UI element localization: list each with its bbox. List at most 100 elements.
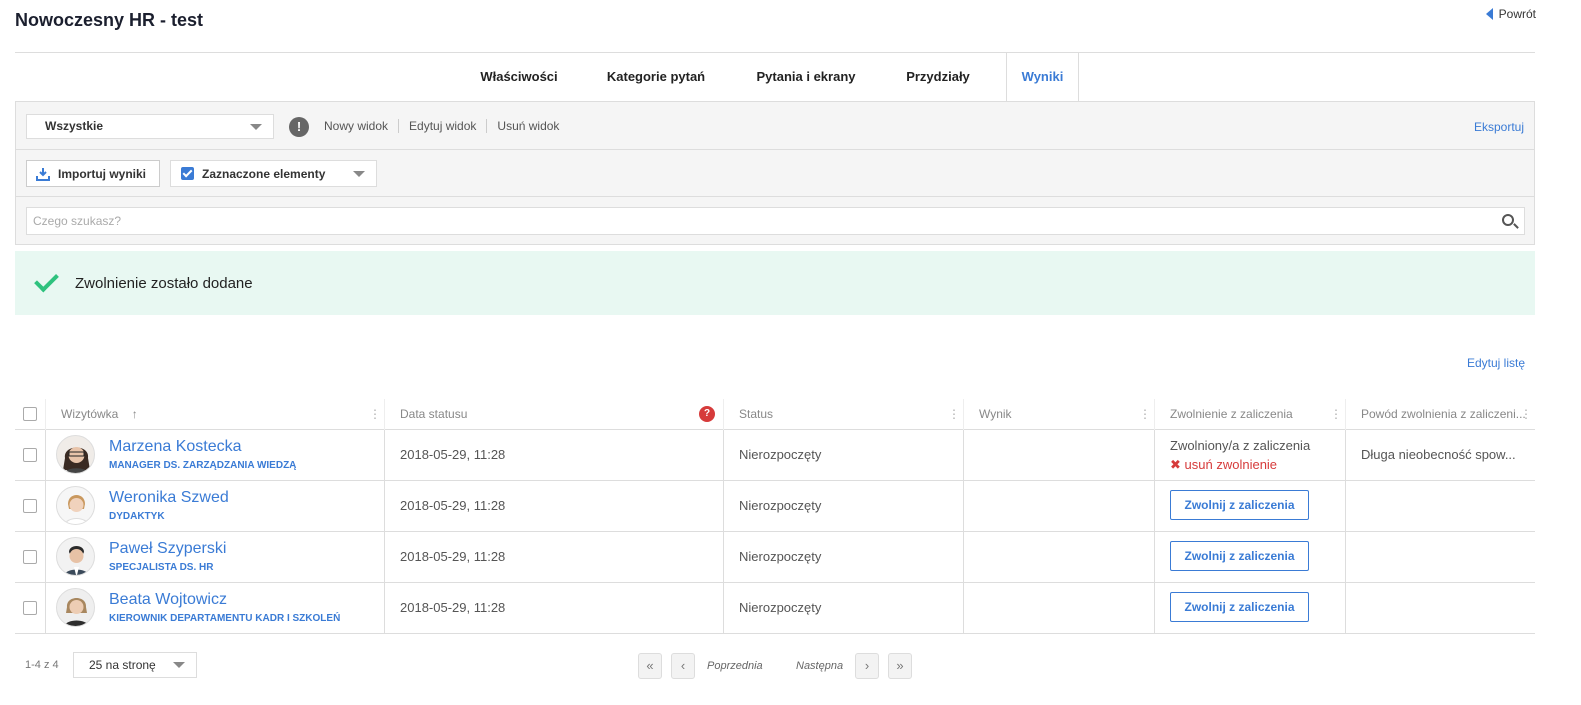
exemption-cell: Zwolniony/a z zaliczenia ✖ usuń zwolnien…	[1154, 430, 1345, 480]
remove-exemption-label: usuń zwolnienie	[1184, 457, 1278, 472]
avatar	[56, 537, 95, 576]
exemption-reason: Długa nieobecność spow...	[1361, 447, 1516, 462]
status-date-cell: 2018-05-29, 11:28	[384, 481, 723, 531]
per-page-select[interactable]: 25 na stronę	[73, 652, 197, 678]
view-toolbar: Wszystkie ! Nowy widok Edytuj widok Usuń…	[16, 102, 1534, 150]
table-row: Weronika Szwed DYDAKTYK 2018-05-29, 11:2…	[15, 481, 1535, 532]
column-header-exemption-reason[interactable]: Powód zwolnienia z zaliczeni... ⋮	[1345, 399, 1535, 430]
exempt-button[interactable]: Zwolnij z zaliczenia	[1170, 490, 1309, 520]
exemption-cell: Zwolnij z zaliczenia	[1154, 583, 1345, 633]
row-checkbox[interactable]	[23, 601, 37, 615]
back-link[interactable]: Powrót	[1485, 7, 1536, 21]
column-header-score[interactable]: Wynik ⋮	[963, 399, 1154, 430]
help-icon[interactable]: ?	[699, 406, 715, 422]
column-label: Data statusu	[400, 407, 468, 421]
avatar	[56, 486, 95, 525]
status-cell: Nierozpoczęty	[723, 532, 963, 582]
status-text: Nierozpoczęty	[739, 447, 822, 462]
chevron-left-icon	[1485, 8, 1493, 20]
column-header-status[interactable]: Status ⋮	[723, 399, 963, 430]
person-name-link[interactable]: Marzena Kostecka	[109, 438, 242, 456]
last-page-button[interactable]: »	[888, 653, 912, 679]
select-all-checkbox[interactable]	[23, 407, 37, 421]
column-label: Wynik	[979, 407, 1012, 421]
column-header-status-date[interactable]: Data statusu ?	[384, 399, 723, 430]
tab-properties[interactable]: Właściwości	[470, 53, 568, 101]
exemption-cell: Zwolnij z zaliczenia	[1154, 532, 1345, 582]
delete-view-link[interactable]: Usuń widok	[486, 119, 569, 133]
page-title: Nowoczesny HR - test	[15, 10, 204, 30]
chevron-down-icon	[250, 123, 262, 130]
status-cell: Nierozpoczęty	[723, 481, 963, 531]
person-job-title: DYDAKTYK	[109, 511, 165, 522]
exemption-reason-cell	[1345, 583, 1535, 633]
score-cell	[963, 583, 1154, 633]
row-checkbox[interactable]	[23, 550, 37, 564]
table-row: Marzena Kostecka MANAGER DS. ZARZĄDZANIA…	[15, 430, 1535, 481]
column-label: Powód zwolnienia z zaliczeni...	[1361, 407, 1526, 421]
results-table: Wizytówka ↑ ⋮ Data statusu ? Status ⋮ Wy…	[15, 399, 1535, 634]
exclamation-icon[interactable]: !	[289, 117, 309, 137]
row-checkbox[interactable]	[23, 448, 37, 462]
status-date-cell: 2018-05-29, 11:28	[384, 430, 723, 480]
exempt-button[interactable]: Zwolnij z zaliczenia	[1170, 592, 1309, 622]
person-name-link[interactable]: Weronika Szwed	[109, 489, 229, 507]
score-cell	[963, 532, 1154, 582]
tab-question-categories[interactable]: Kategorie pytań	[597, 53, 715, 101]
next-page-button[interactable]: ›	[855, 653, 879, 679]
avatar	[56, 588, 95, 627]
checkbox-checked-icon	[181, 167, 194, 180]
chevron-right-icon: ›	[864, 658, 870, 673]
column-label: Zwolnienie z zaliczenia	[1170, 407, 1293, 421]
exemption-cell: Zwolnij z zaliczenia	[1154, 481, 1345, 531]
score-cell	[963, 430, 1154, 480]
column-menu-icon[interactable]: ⋮	[1520, 399, 1532, 430]
view-links: Nowy widok Edytuj widok Usuń widok	[324, 119, 569, 133]
search-input[interactable]	[27, 208, 1450, 234]
range-text: 1-4 z 4	[25, 659, 59, 671]
table-row: Paweł Szyperski SPECJALISTA DS. HR 2018-…	[15, 532, 1535, 583]
view-select-value: Wszystkie	[45, 119, 104, 133]
import-results-button[interactable]: Importuj wyniki	[26, 160, 160, 187]
view-select[interactable]: Wszystkie	[26, 114, 274, 139]
download-icon	[36, 167, 50, 181]
exempt-button[interactable]: Zwolnij z zaliczenia	[1170, 541, 1309, 571]
search-icon[interactable]	[1502, 214, 1514, 226]
person-job-title: MANAGER DS. ZARZĄDZANIA WIEDZĄ	[109, 460, 297, 471]
person-name-link[interactable]: Beata Wojtowicz	[109, 591, 227, 609]
next-page-link[interactable]: Następna	[796, 660, 843, 672]
prev-page-button[interactable]: ‹	[671, 653, 695, 679]
status-date-cell: 2018-05-29, 11:28	[384, 532, 723, 582]
alert-message: Zwolnienie zostało dodane	[75, 274, 253, 292]
prev-page-link[interactable]: Poprzednia	[707, 660, 763, 672]
row-checkbox[interactable]	[23, 499, 37, 513]
new-view-link[interactable]: Nowy widok	[324, 119, 398, 133]
column-menu-icon[interactable]: ⋮	[369, 399, 381, 430]
remove-exemption-link[interactable]: ✖ usuń zwolnienie	[1170, 457, 1277, 473]
chevron-down-icon	[353, 170, 365, 177]
tab-assignments[interactable]: Przydziały	[896, 53, 980, 101]
column-header-card[interactable]: Wizytówka ↑ ⋮	[45, 399, 384, 430]
avatar-photo-icon	[57, 538, 94, 575]
tab-questions-screens[interactable]: Pytania i ekrany	[745, 53, 867, 101]
person-name-link[interactable]: Paweł Szyperski	[109, 540, 226, 558]
sort-arrow-icon[interactable]: ↑	[132, 407, 138, 421]
status-text: Nierozpoczęty	[739, 600, 822, 615]
column-header-exemption[interactable]: Zwolnienie z zaliczenia ⋮	[1154, 399, 1345, 430]
selected-items-select[interactable]: Zaznaczone elementy	[170, 160, 377, 187]
edit-list-link[interactable]: Edytuj listę	[1467, 356, 1525, 370]
avatar	[56, 435, 95, 474]
column-menu-icon[interactable]: ⋮	[1330, 399, 1342, 430]
column-menu-icon[interactable]: ⋮	[1139, 399, 1151, 430]
edit-view-link[interactable]: Edytuj widok	[398, 119, 486, 133]
export-link[interactable]: Eksportuj	[1474, 120, 1524, 134]
tab-results[interactable]: Wyniki	[1006, 53, 1079, 103]
status-date: 2018-05-29, 11:28	[400, 600, 506, 615]
status-date: 2018-05-29, 11:28	[400, 549, 506, 564]
first-page-button[interactable]: «	[638, 653, 662, 679]
exemption-reason-cell: Długa nieobecność spow...	[1345, 430, 1535, 480]
row-select-cell	[15, 532, 45, 582]
selected-items-label: Zaznaczone elementy	[202, 166, 326, 181]
column-menu-icon[interactable]: ⋮	[948, 399, 960, 430]
column-label: Wizytówka	[61, 407, 119, 421]
